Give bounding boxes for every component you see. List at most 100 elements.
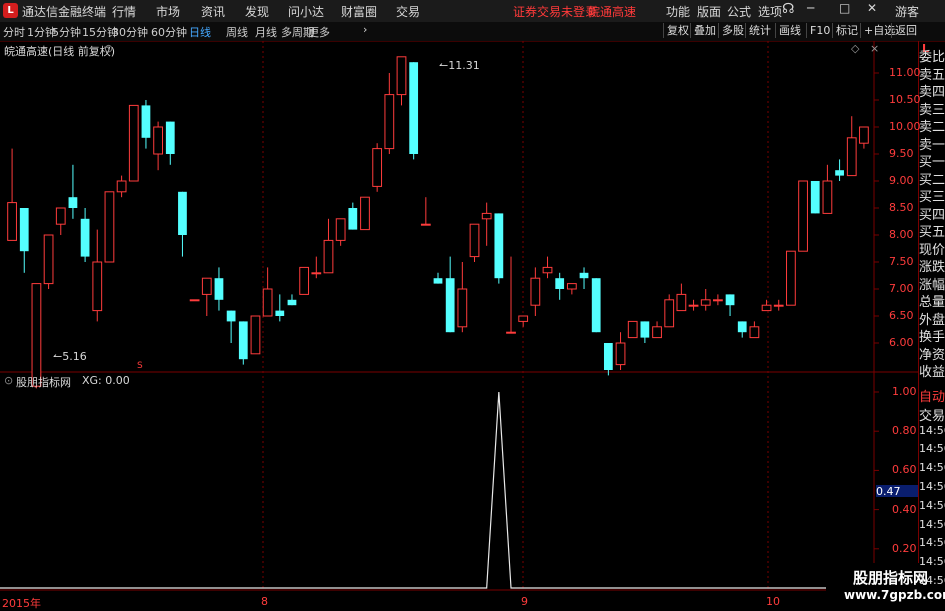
candle-body <box>238 321 248 360</box>
candlestick-series <box>7 56 869 389</box>
menu-item[interactable]: 资讯 <box>201 3 225 20</box>
candle-body <box>566 283 577 290</box>
candle-body <box>810 181 820 214</box>
candle-body <box>579 272 589 279</box>
candle-body <box>652 326 662 339</box>
tab-period[interactable]: 月线 <box>255 24 277 40</box>
chart-button[interactable]: 画线 <box>775 23 801 38</box>
tab-period[interactable]: 30分钟 <box>112 24 148 40</box>
chart-button[interactable]: 复权 <box>663 23 689 38</box>
maximize-icon[interactable]: □ <box>839 1 850 15</box>
candle-body <box>396 56 407 96</box>
trade-login-notice[interactable]: 证券交易未登录 <box>513 3 597 20</box>
tab-period[interactable]: 周线 <box>226 24 248 40</box>
tab-period[interactable]: 日线 <box>189 24 211 40</box>
candle-body <box>761 304 772 312</box>
tab-period[interactable]: 5分钟 <box>52 24 81 40</box>
tab-period[interactable]: 分时 <box>3 24 25 40</box>
candle-body <box>104 191 115 263</box>
candle-body <box>749 326 760 339</box>
chart-button[interactable]: 多股 <box>718 23 744 38</box>
trade-time-label: 14:56 <box>919 574 945 587</box>
right-menu-item[interactable]: 版面 <box>697 3 721 20</box>
quote-field-label: 买四 <box>919 207 945 222</box>
candle-body <box>68 197 78 208</box>
date-axis-label: 10 <box>766 595 780 608</box>
app-title: 通达信金融终端 <box>22 5 107 19</box>
menu-item[interactable]: 发现 <box>245 3 269 20</box>
tab-period[interactable]: 60分钟 <box>151 24 187 40</box>
candle-body <box>55 207 66 225</box>
price-tick-label: 8.50 <box>889 201 914 214</box>
signal-marker: S <box>137 361 143 371</box>
right-menu-item[interactable]: 功能 <box>666 3 690 20</box>
candle-body <box>725 294 735 306</box>
quote-field-label: 卖五 <box>919 67 945 82</box>
headset-icon[interactable]: ☊ <box>782 1 794 17</box>
current-stock-notice[interactable]: 皖通高速 <box>588 3 636 20</box>
right-menu-item[interactable]: 公式 <box>727 3 751 20</box>
candle-body <box>226 310 236 322</box>
chart-button[interactable]: 叠加 <box>690 23 716 38</box>
quote-field-label: 买五 <box>919 225 945 239</box>
candle-body <box>603 343 613 370</box>
candle-body <box>822 180 833 214</box>
candle-body <box>798 180 808 252</box>
close-icon[interactable]: ✕ <box>867 1 877 15</box>
more-chevron-icon[interactable]: › <box>363 23 367 36</box>
candle-body <box>859 126 869 144</box>
kline-chart[interactable] <box>0 41 945 609</box>
candle-body <box>384 94 395 150</box>
menu-item[interactable]: 行情 <box>112 3 136 20</box>
indicator-value: XG: 0.00 <box>82 374 130 387</box>
quote-field-label: 买一 <box>919 155 945 169</box>
chart-button[interactable]: 标记 <box>832 23 858 38</box>
quote-field-label: 收益 <box>919 365 945 379</box>
menu-item[interactable]: 交易 <box>396 3 420 20</box>
price-tick-label: 6.50 <box>889 309 914 322</box>
title-bar <box>0 0 945 23</box>
quote-field-label: 涨跌 <box>919 260 945 274</box>
settings-dropdown-icon[interactable]: ⊙ <box>104 42 113 55</box>
indicator-tick-label: 0.40 <box>892 502 917 516</box>
candle-body <box>275 310 285 316</box>
candle-body <box>664 299 675 328</box>
candle-body <box>31 283 42 387</box>
diamond-icon[interactable]: ◇ <box>851 42 859 55</box>
candle-body <box>542 266 553 274</box>
candle-body <box>311 272 322 275</box>
candle-body <box>92 261 103 312</box>
chart-button[interactable]: F10 <box>806 23 830 38</box>
chart-button[interactable]: 统计 <box>745 23 771 38</box>
chart-button[interactable]: +自选 <box>860 23 895 38</box>
chart-button[interactable]: 返回 <box>891 23 917 38</box>
candle-body <box>846 137 857 177</box>
quote-field-label: 换手 <box>919 330 945 344</box>
candle-body <box>189 299 200 302</box>
user-label[interactable]: 游客 <box>895 3 919 20</box>
price-tick-label: 9.50 <box>889 147 914 160</box>
candle-body <box>433 278 443 284</box>
menu-item[interactable]: 问小达 <box>288 3 324 20</box>
menu-item[interactable]: 财富圈 <box>341 3 377 20</box>
tab-period[interactable]: 更多 <box>308 24 330 40</box>
indicator-tick-label: 1.00 <box>892 385 917 398</box>
candle-body <box>348 208 358 230</box>
candle-body <box>555 278 565 289</box>
candle-body <box>43 234 54 285</box>
indicator-dropdown-icon[interactable]: ⊙ <box>4 374 13 387</box>
max-price-arrow-icon: ↼ <box>439 59 449 72</box>
watermark-name: 股朋指标网 <box>853 569 929 587</box>
menu-item[interactable]: 市场 <box>156 3 180 20</box>
quote-field-label: 买二 <box>919 172 945 187</box>
trade-time-label: 14:56 <box>919 555 945 569</box>
minimize-icon[interactable]: ─ <box>807 1 814 15</box>
candle-body <box>615 342 626 366</box>
trade-time-label: 14:56 <box>919 517 945 531</box>
price-tick-label: 7.50 <box>889 255 914 268</box>
candle-body <box>19 208 29 252</box>
chart-close-icon[interactable]: × <box>870 42 879 55</box>
price-tick-label: 11.00 <box>889 66 921 79</box>
right-menu-item[interactable]: 选项 <box>758 3 782 20</box>
xg-indicator-line <box>0 391 874 589</box>
